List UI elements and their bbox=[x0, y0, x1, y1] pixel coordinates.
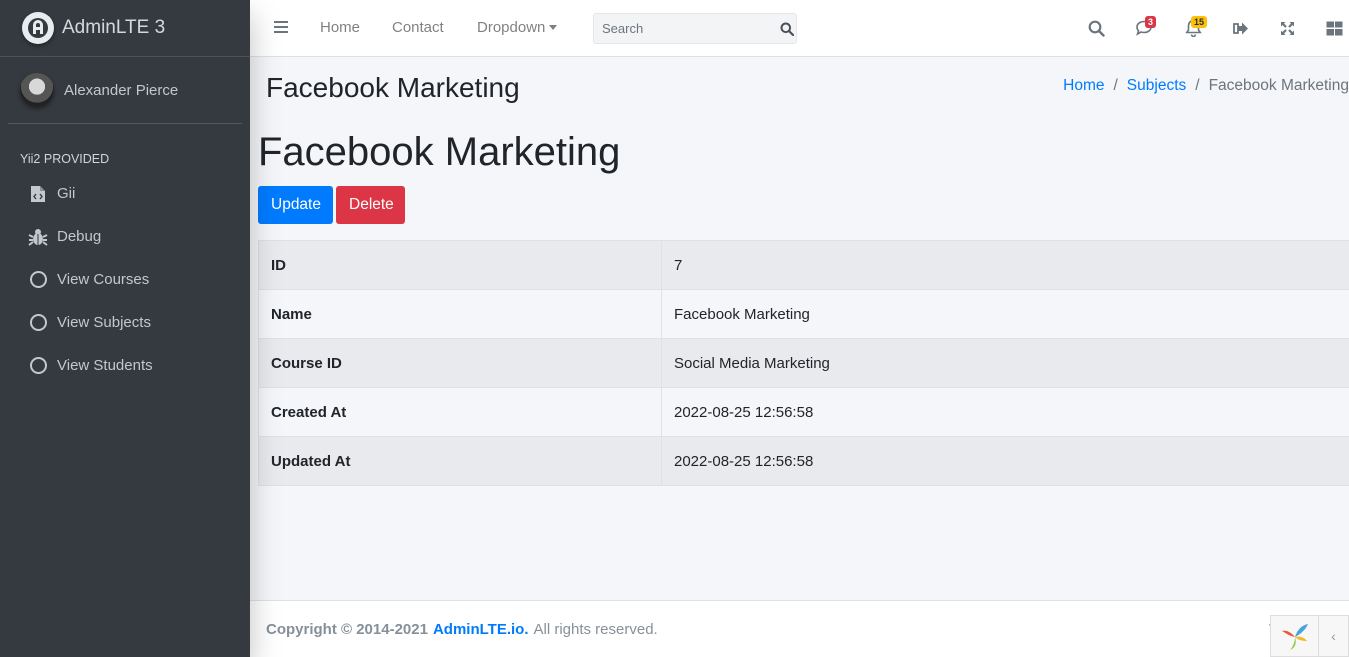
sidebar-item-label: View Courses bbox=[57, 271, 150, 288]
breadcrumb-current: Facebook Marketing bbox=[1208, 77, 1349, 94]
sidebar-item-gii[interactable]: Gii bbox=[0, 172, 250, 215]
row-label: Created At bbox=[258, 387, 662, 437]
table-row: ID 7 bbox=[258, 240, 1349, 290]
table-row: Updated At 2022-08-25 12:56:58 bbox=[258, 436, 1349, 486]
delete-button[interactable]: Delete bbox=[336, 186, 405, 224]
sidebar-item-label: Debug bbox=[57, 228, 102, 245]
navbar-search bbox=[593, 13, 797, 44]
row-value: 2022-08-25 12:56:58 bbox=[661, 436, 1349, 486]
bug-icon bbox=[28, 227, 48, 247]
main-footer: Copyright © 2014-2021 AdminLTE.io. All r… bbox=[250, 600, 1349, 657]
row-label: Name bbox=[258, 289, 662, 339]
detail-view-table: ID 7 Name Facebook Marketing Course ID S… bbox=[258, 240, 1349, 486]
notifications-badge: 15 bbox=[1191, 16, 1208, 28]
breadcrumb-separator: / bbox=[1195, 77, 1200, 94]
page-title: Facebook Marketing bbox=[258, 130, 621, 174]
sidebar-item-label: Gii bbox=[57, 185, 76, 202]
nav-dropdown-toggle[interactable]: Dropdown bbox=[477, 19, 558, 36]
row-label: Course ID bbox=[258, 338, 662, 388]
sidebar-item-view-students[interactable]: View Students bbox=[0, 344, 250, 387]
footer-copyright: Copyright © 2014-2021 bbox=[266, 620, 428, 638]
fullscreen-icon[interactable] bbox=[1276, 17, 1298, 39]
sidebar-toggle-icon[interactable] bbox=[274, 21, 288, 33]
circle-icon bbox=[28, 313, 48, 333]
brand-link[interactable]: AdminLTE 3 bbox=[0, 0, 250, 57]
user-panel[interactable]: Alexander Pierce bbox=[8, 57, 242, 124]
table-row: Course ID Social Media Marketing bbox=[258, 338, 1349, 388]
brand-text: AdminLTE 3 bbox=[62, 17, 166, 38]
search-input[interactable] bbox=[594, 14, 778, 43]
caret-down-icon bbox=[549, 25, 558, 30]
chevron-left-icon[interactable]: ‹ bbox=[1319, 628, 1348, 644]
row-value: Facebook Marketing bbox=[661, 289, 1349, 339]
breadcrumb-separator: / bbox=[1113, 77, 1118, 94]
content-header-title: Facebook Marketing bbox=[266, 72, 520, 103]
sidebar-item-view-subjects[interactable]: View Subjects bbox=[0, 301, 250, 344]
search-icon[interactable] bbox=[778, 14, 796, 43]
update-button[interactable]: Update bbox=[258, 186, 333, 224]
circle-icon bbox=[28, 270, 48, 290]
yii-debug-toolbar: ‹ bbox=[1270, 615, 1349, 657]
main-sidebar: AdminLTE 3 Alexander Pierce Yii2 PROVIDE… bbox=[0, 0, 250, 657]
notifications-icon[interactable]: 15 bbox=[1182, 16, 1208, 39]
row-value: 2022-08-25 12:56:58 bbox=[661, 387, 1349, 437]
file-code-icon bbox=[28, 184, 48, 204]
nav-dropdown-label: Dropdown bbox=[477, 19, 546, 36]
row-label: ID bbox=[258, 240, 662, 290]
breadcrumb-home-link[interactable]: Home bbox=[1063, 77, 1104, 95]
messages-icon[interactable]: 3 bbox=[1134, 16, 1157, 39]
nav-contact-link[interactable]: Contact bbox=[392, 19, 444, 36]
user-avatar bbox=[20, 73, 54, 107]
footer-rights: All rights reserved. bbox=[533, 620, 658, 638]
row-label: Updated At bbox=[258, 436, 662, 486]
top-navbar: Home Contact Dropdown 3 15 bbox=[250, 0, 1349, 57]
user-name[interactable]: Alexander Pierce bbox=[64, 82, 178, 99]
circle-icon bbox=[28, 356, 48, 376]
nav-header: Yii2 PROVIDED bbox=[20, 152, 110, 166]
sidebar-item-debug[interactable]: Debug bbox=[0, 215, 250, 258]
table-row: Name Facebook Marketing bbox=[258, 289, 1349, 339]
nav-home-link[interactable]: Home bbox=[320, 19, 360, 36]
sidebar-item-view-courses[interactable]: View Courses bbox=[0, 258, 250, 301]
table-row: Created At 2022-08-25 12:56:58 bbox=[258, 387, 1349, 437]
messages-badge: 3 bbox=[1145, 16, 1157, 28]
navbar-search-icon[interactable] bbox=[1085, 17, 1107, 39]
row-value: Social Media Marketing bbox=[661, 338, 1349, 388]
footer-brand-link[interactable]: AdminLTE.io. bbox=[433, 621, 529, 638]
sign-out-icon[interactable] bbox=[1229, 17, 1251, 39]
breadcrumb-subjects-link[interactable]: Subjects bbox=[1127, 77, 1186, 95]
yii-logo-icon[interactable] bbox=[1271, 615, 1319, 657]
control-sidebar-icon[interactable] bbox=[1323, 17, 1345, 39]
adminlte-logo-icon bbox=[22, 12, 54, 44]
sidebar-item-label: View Subjects bbox=[57, 314, 151, 331]
sidebar-item-label: View Students bbox=[57, 357, 153, 374]
breadcrumb: Home / Subjects / Facebook Marketing bbox=[1063, 77, 1349, 95]
row-value: 7 bbox=[661, 240, 1349, 290]
